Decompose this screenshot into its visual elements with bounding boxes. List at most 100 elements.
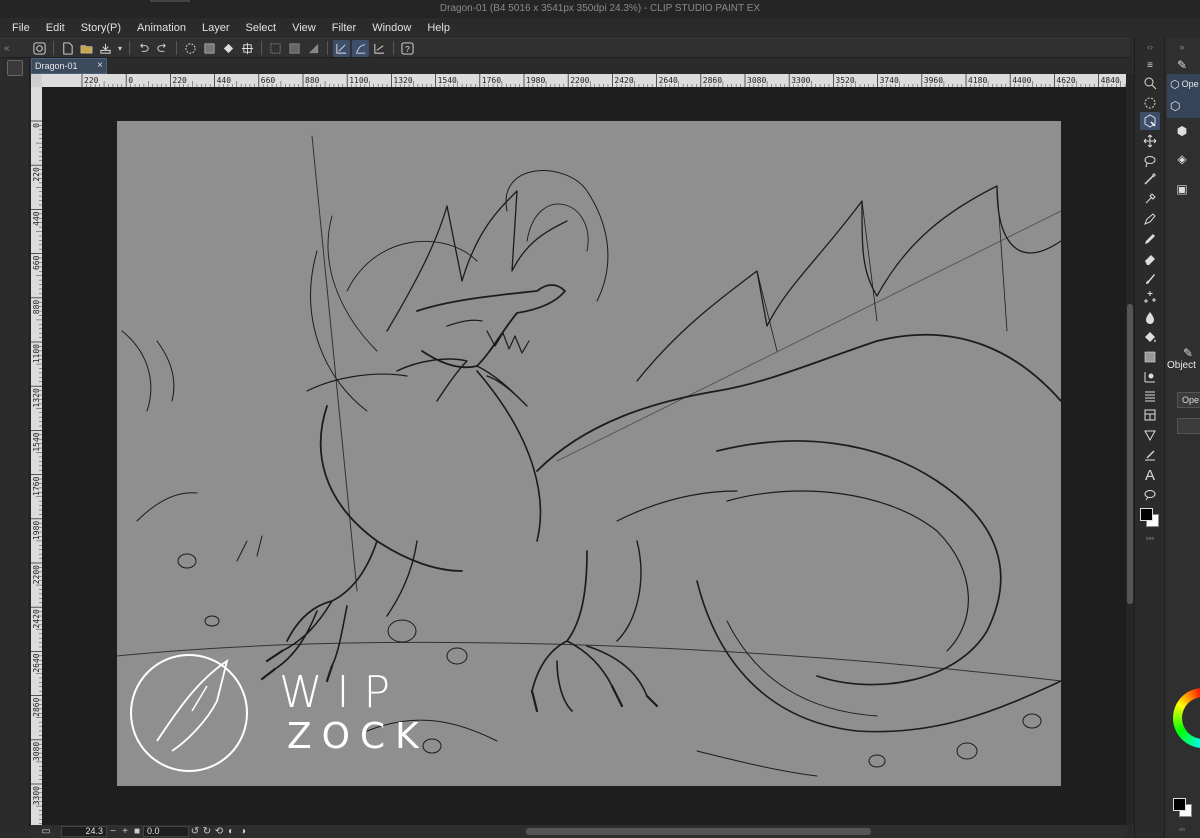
snap-icon[interactable] — [333, 39, 350, 57]
ruler-top-label: 2420 — [614, 76, 633, 85]
clip-studio-icon[interactable] — [31, 40, 48, 57]
ruler-top-label: 220 — [172, 76, 187, 85]
menu-animation[interactable]: Animation — [129, 18, 194, 38]
stop-icon[interactable]: ■ — [131, 826, 143, 837]
color-wheel[interactable] — [1173, 688, 1200, 748]
text-icon[interactable]: A — [1140, 466, 1160, 484]
blend-icon[interactable] — [1140, 308, 1160, 326]
navigator-icon[interactable]: ▭ — [31, 826, 61, 837]
snap-special-icon[interactable] — [371, 40, 388, 57]
close-icon[interactable]: × — [97, 60, 103, 71]
collapse-right-icon[interactable]: ‹› — [1140, 38, 1160, 56]
fill-icon[interactable] — [220, 40, 237, 57]
fill-icon[interactable] — [1140, 328, 1160, 346]
light-table-icon[interactable]: ⬢ — [1173, 122, 1191, 140]
sub-tool-view-icon[interactable]: ▣ — [1173, 180, 1191, 198]
menu-select[interactable]: Select — [238, 18, 285, 38]
menu-view[interactable]: View — [284, 18, 324, 38]
document-tab[interactable]: Dragon-01 × — [31, 58, 107, 74]
menu-edit[interactable]: Edit — [38, 18, 73, 38]
flip-horizontal-icon[interactable]: ◐ — [225, 826, 237, 837]
panel-icon[interactable] — [1140, 406, 1160, 424]
rotate-icon[interactable] — [1140, 94, 1160, 112]
sub-tool-object[interactable]: ⬡ — [1167, 94, 1200, 118]
help-icon[interactable]: ? — [399, 40, 416, 57]
zoom-field[interactable]: 24.3 — [61, 826, 107, 837]
brush-icon[interactable] — [1140, 270, 1160, 288]
menu-file[interactable]: File — [4, 18, 38, 38]
ruler-left-label: 3080 — [32, 742, 41, 761]
canvas-area[interactable]: WIP ZOCK — [42, 87, 1126, 825]
menu-help[interactable]: Help — [419, 18, 458, 38]
collapse-left-icon[interactable]: « — [4, 39, 10, 59]
eyedropper-icon[interactable] — [1140, 190, 1160, 208]
zoom-icon[interactable] — [1140, 74, 1160, 92]
ruler-icon[interactable] — [1140, 426, 1160, 444]
balloon-icon[interactable] — [1140, 486, 1160, 504]
ruler-top-label: 3740 — [880, 76, 899, 85]
svg-text:?: ? — [405, 43, 410, 53]
line-icon[interactable] — [1140, 446, 1160, 464]
move-icon[interactable] — [1140, 132, 1160, 150]
color-switch-icon[interactable]: ▫▫ — [1173, 820, 1191, 838]
show-area-icon[interactable] — [305, 40, 322, 57]
zoom-out-icon[interactable]: − — [107, 826, 119, 837]
pen-icon[interactable] — [1140, 210, 1160, 228]
collapse-subpanel-icon[interactable]: » — [1173, 38, 1191, 56]
rotation-field[interactable]: 0.0 — [143, 826, 189, 837]
reset-rotation-icon[interactable]: ⟲ — [213, 826, 225, 837]
decoration-icon[interactable] — [1140, 288, 1160, 306]
menu-bar: File Edit Story(P) Animation Layer Selec… — [0, 18, 1200, 38]
ruler-top-label: 2200 — [570, 76, 589, 85]
clear-icon[interactable] — [201, 40, 218, 57]
magic-wand-icon[interactable] — [1140, 170, 1160, 188]
vertical-ruler[interactable]: 0 220 440 660 880 1100 1320 1540 1760 1980 2200 242… — [31, 87, 42, 825]
open-icon[interactable] — [78, 40, 95, 57]
redo-icon[interactable] — [154, 40, 171, 57]
speaker-icon[interactable]: ◈ — [1173, 150, 1191, 168]
canvas-paper[interactable]: WIP ZOCK — [117, 121, 1061, 786]
menu-filter[interactable]: Filter — [324, 18, 364, 38]
sub-tool-operation-tab[interactable]: ⬡ Ope — [1167, 74, 1200, 94]
ruler-left-label: 440 — [32, 211, 41, 226]
ruler-top-label: 3300 — [791, 76, 810, 85]
horizontal-ruler[interactable]: 220 0 220 440 660 880 1100 1320 1540 1760 1980 2200… — [42, 74, 1126, 87]
foreground-color-swatch-2[interactable] — [1173, 798, 1186, 811]
new-icon[interactable] — [59, 40, 76, 57]
transform-icon[interactable] — [239, 40, 256, 57]
eraser-icon[interactable] — [1140, 250, 1160, 268]
vertical-scrollbar-thumb[interactable] — [1127, 304, 1133, 604]
sub-tool-header-icon: ✎ — [1176, 58, 1188, 72]
snap-ruler-icon[interactable] — [352, 39, 369, 57]
figure-icon[interactable] — [1140, 368, 1160, 386]
watermark-text-line1: WIP — [279, 667, 405, 718]
loading-icon[interactable] — [182, 40, 199, 57]
frame-icon[interactable] — [1140, 388, 1160, 406]
tool-palette: ‹› ≡ A ▫▫▫ — [1134, 38, 1164, 838]
transparent-color-icon[interactable]: ▫▫▫ — [1140, 529, 1160, 547]
vertical-scrollbar[interactable] — [1126, 74, 1134, 825]
selection-off-icon[interactable] — [267, 40, 284, 57]
gradient-icon[interactable] — [1140, 348, 1160, 366]
zoom-in-icon[interactable]: + — [119, 826, 131, 837]
menu-window[interactable]: Window — [364, 18, 419, 38]
object-icon: ⬡ — [1170, 78, 1180, 91]
save-icon[interactable] — [97, 40, 114, 57]
operation-field[interactable]: Ope — [1177, 392, 1200, 408]
palette-menu-icon[interactable]: ≡ — [1140, 56, 1160, 74]
menu-layer[interactable]: Layer — [194, 18, 238, 38]
invert-icon[interactable] — [286, 40, 303, 57]
object-icon[interactable] — [1140, 112, 1160, 130]
menu-story[interactable]: Story(P) — [73, 18, 129, 38]
layer-panel-icon[interactable] — [7, 60, 23, 76]
pencil-icon[interactable] — [1140, 230, 1160, 248]
rotate-left-icon[interactable]: ↺ — [189, 826, 201, 837]
undo-icon[interactable] — [135, 40, 152, 57]
flip-vertical-icon[interactable]: ◑ — [237, 826, 249, 837]
horizontal-scrollbar-thumb[interactable] — [526, 828, 871, 835]
lasso-icon[interactable] — [1140, 152, 1160, 170]
foreground-color-swatch[interactable] — [1140, 508, 1153, 521]
property-field[interactable] — [1177, 418, 1200, 434]
dropdown-icon[interactable]: ▾ — [116, 40, 124, 57]
rotate-right-icon[interactable]: ↻ — [201, 826, 213, 837]
